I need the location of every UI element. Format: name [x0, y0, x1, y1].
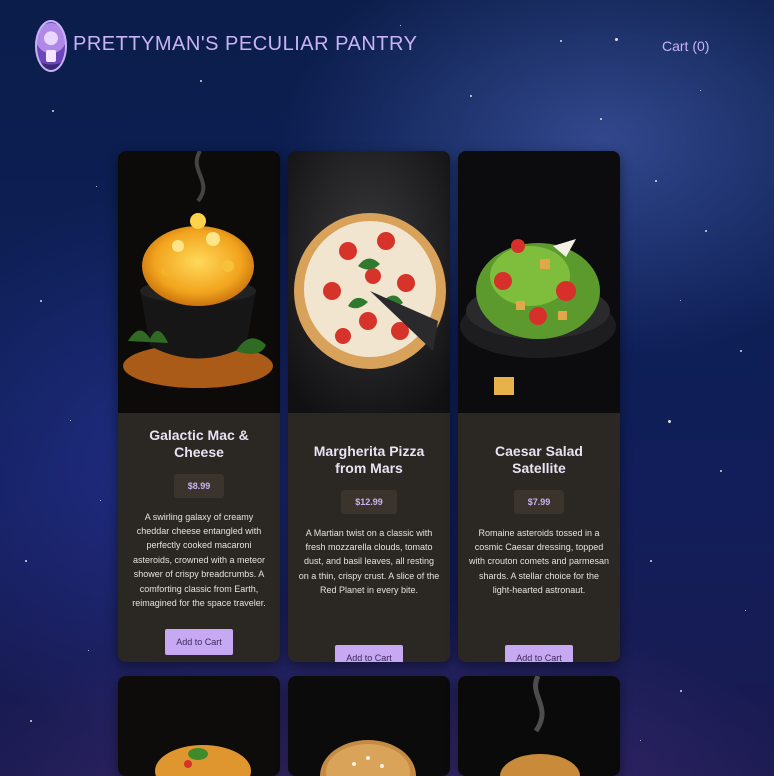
- product-card: [288, 676, 450, 776]
- product-price: $8.99: [173, 473, 225, 498]
- product-body: Galactic Mac & Cheese $8.99 A swirling g…: [118, 427, 280, 655]
- product-card: Galactic Mac & Cheese $8.99 A swirling g…: [118, 151, 280, 662]
- product-image: [458, 151, 620, 413]
- add-to-cart-button[interactable]: Add to Cart: [165, 629, 233, 655]
- product-name: Margherita Pizza from Mars: [313, 443, 425, 476]
- product-description: A Martian twist on a classic with fresh …: [298, 527, 440, 596]
- product-card: Caesar Salad Satellite $7.99 Romaine ast…: [458, 151, 620, 662]
- product-image: [458, 676, 620, 776]
- product-price: $7.99: [513, 489, 565, 514]
- product-image: [118, 676, 280, 776]
- product-card: [118, 676, 280, 776]
- brand-title[interactable]: PRETTYMAN'S PECULIAR PANTRY: [73, 33, 417, 56]
- product-name: Caesar Salad Satellite: [495, 443, 583, 476]
- add-to-cart-button[interactable]: Add to Cart: [335, 645, 403, 662]
- add-to-cart-button[interactable]: Add to Cart: [505, 645, 573, 662]
- product-card: Margherita Pizza from Mars $12.99 A Mart…: [288, 151, 450, 662]
- product-description: A swirling galaxy of creamy cheddar chee…: [132, 511, 266, 608]
- product-body: Caesar Salad Satellite $7.99 Romaine ast…: [458, 443, 620, 662]
- product-description: Romaine asteroids tossed in a cosmic Cae…: [468, 527, 610, 596]
- site-header: PRETTYMAN'S PECULIAR PANTRY Cart (0): [0, 0, 774, 95]
- product-image: [288, 151, 450, 413]
- product-name: Galactic Mac & Cheese: [149, 427, 249, 460]
- brand-logo-icon[interactable]: [35, 20, 67, 72]
- cart-link[interactable]: Cart (0): [662, 38, 709, 54]
- product-image: [118, 151, 280, 413]
- product-body: Margherita Pizza from Mars $12.99 A Mart…: [288, 443, 450, 662]
- product-card: [458, 676, 620, 776]
- product-image: [288, 676, 450, 776]
- product-price: $12.99: [341, 489, 397, 514]
